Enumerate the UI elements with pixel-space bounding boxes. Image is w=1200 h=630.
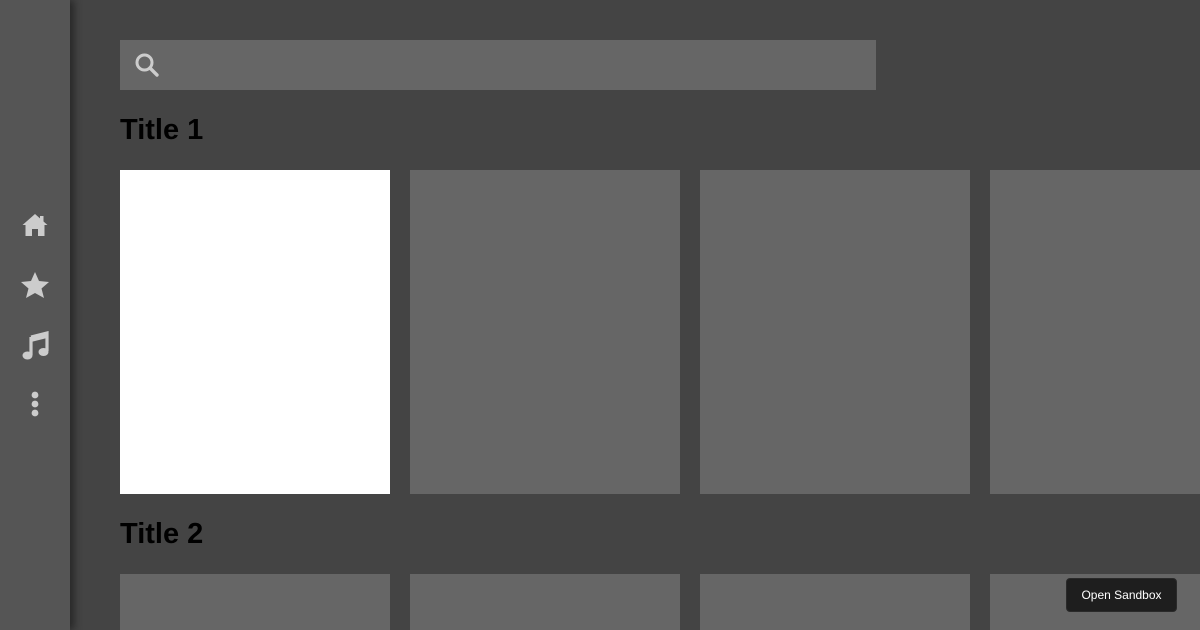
card[interactable]: [700, 170, 970, 494]
search-bar[interactable]: [120, 40, 876, 90]
card[interactable]: [410, 574, 680, 630]
app-window: Title 1 Title 2 Open Sandbox: [0, 0, 1200, 630]
sidebar: [0, 0, 70, 630]
sidebar-item-favorites[interactable]: [0, 265, 70, 305]
card[interactable]: [990, 170, 1200, 494]
search-input[interactable]: [160, 40, 876, 90]
search-icon: [134, 52, 160, 78]
vertical-ellipsis-icon: [30, 391, 40, 417]
section-title: Title 2: [120, 518, 204, 550]
card-selected[interactable]: [120, 170, 390, 494]
sidebar-item-home[interactable]: [0, 205, 70, 245]
card[interactable]: [120, 574, 390, 630]
open-sandbox-button[interactable]: Open Sandbox: [1066, 578, 1177, 612]
star-icon: [20, 271, 50, 299]
card-row: [120, 574, 1200, 630]
card[interactable]: [410, 170, 680, 494]
music-note-icon: [21, 331, 49, 361]
section-title: Title 1: [120, 114, 204, 146]
card-row: [120, 170, 1200, 494]
main-content: Title 1 Title 2: [70, 0, 1200, 630]
sidebar-item-music[interactable]: [0, 326, 70, 366]
card[interactable]: [700, 574, 970, 630]
home-icon: [21, 212, 49, 238]
sidebar-item-more[interactable]: [0, 384, 70, 424]
